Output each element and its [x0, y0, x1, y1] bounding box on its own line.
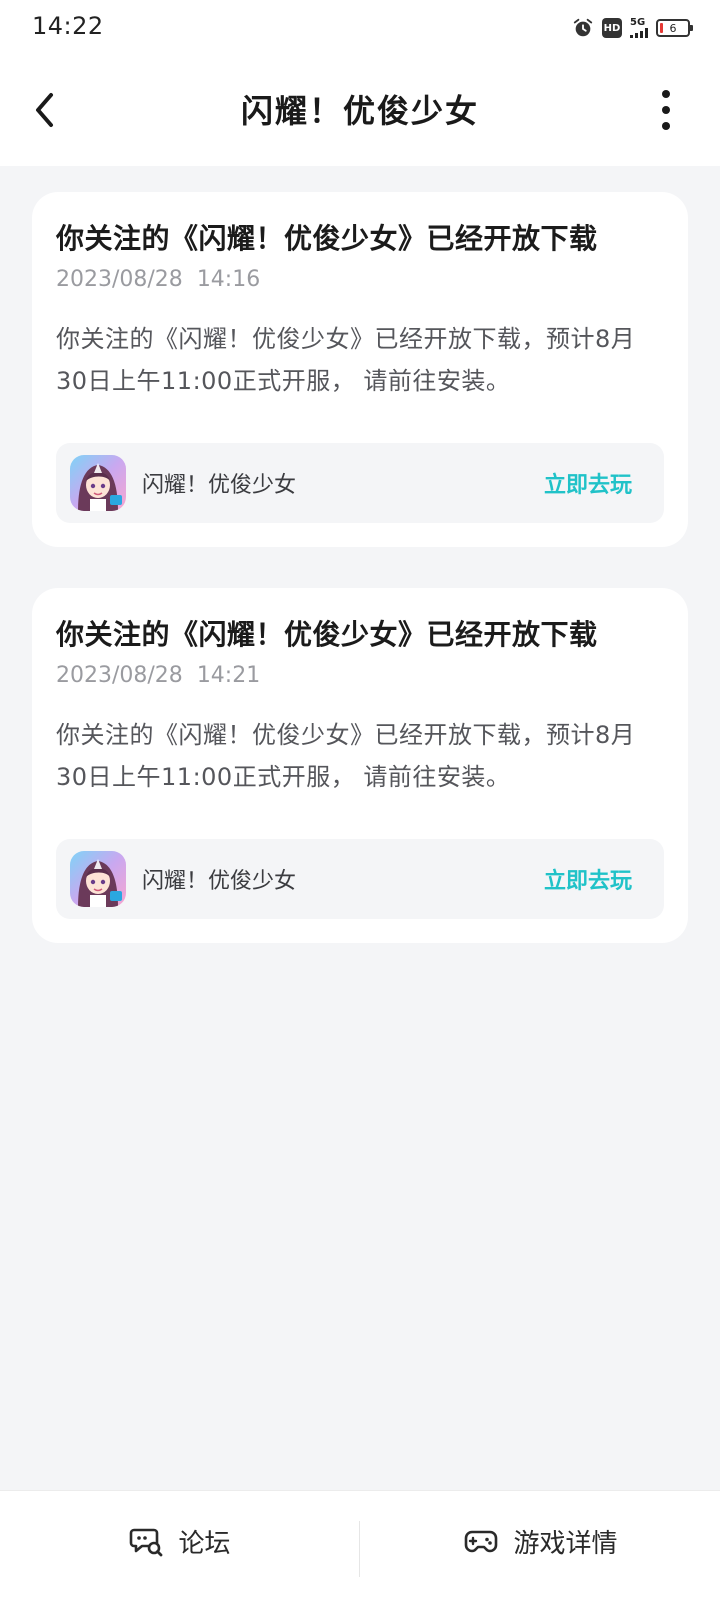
forum-label: 论坛: [178, 1528, 231, 1559]
game-row[interactable]: 闪耀！优俊少女 立即去玩: [56, 839, 664, 919]
game-details-tab[interactable]: 游戏详情: [361, 1491, 720, 1591]
game-icon: [70, 455, 126, 511]
battery-level: 6: [669, 21, 677, 35]
status-bar: 14:22 HD 5G 6: [0, 0, 720, 56]
network-type: 5G: [630, 17, 646, 28]
notification-title: 你关注的《闪耀！优俊少女》已经开放下载: [56, 618, 598, 651]
more-vertical-icon: [662, 90, 670, 98]
notification-time: 14:21: [196, 663, 261, 688]
game-details-label: 游戏详情: [513, 1528, 618, 1559]
battery-icon: 6: [656, 19, 693, 37]
forum-tab[interactable]: 论坛: [0, 1491, 359, 1591]
notification-body: 你关注的《闪耀！优俊少女》已经开放下载，预计8月30日上午11:00正式开服， …: [56, 325, 636, 395]
notification-timestamp: 2023/08/28 14:21: [56, 660, 664, 692]
title-bar: 闪耀！优俊少女: [0, 56, 720, 166]
notification-body: 你关注的《闪耀！优俊少女》已经开放下载，预计8月30日上午11:00正式开服， …: [56, 721, 636, 791]
notification-timestamp: 2023/08/28 14:16: [56, 264, 664, 296]
gamepad-icon: [465, 1530, 498, 1553]
divider: [359, 1521, 360, 1577]
more-button[interactable]: [656, 90, 676, 130]
notification-card[interactable]: 你关注的《闪耀！优俊少女》已经开放下载 2023/08/28 14:16 你关注…: [32, 192, 688, 547]
game-icon: [70, 851, 126, 907]
hd-icon: HD: [602, 18, 622, 38]
alarm-icon: [573, 18, 593, 37]
game-name: 闪耀！优俊少女: [142, 473, 297, 498]
notification-title: 你关注的《闪耀！优俊少女》已经开放下载: [56, 222, 598, 255]
game-name: 闪耀！优俊少女: [142, 869, 297, 894]
play-now-button[interactable]: 立即去玩: [526, 853, 650, 905]
notification-date: 2023/08/28: [56, 267, 183, 292]
signal-icon: 5G: [630, 18, 648, 38]
status-icons: HD 5G 6: [572, 16, 693, 40]
play-now-button[interactable]: 立即去玩: [526, 457, 650, 509]
status-time: 14:22: [32, 12, 104, 40]
page-title: 闪耀！优俊少女: [240, 92, 479, 130]
game-row[interactable]: 闪耀！优俊少女 立即去玩: [56, 443, 664, 523]
notification-card[interactable]: 你关注的《闪耀！优俊少女》已经开放下载 2023/08/28 14:21 你关注…: [32, 588, 688, 943]
notification-time: 14:16: [196, 267, 261, 292]
chat-search-icon: [130, 1528, 163, 1557]
notification-date: 2023/08/28: [56, 663, 183, 688]
bottom-bar: 论坛 游戏详情: [0, 1490, 720, 1605]
